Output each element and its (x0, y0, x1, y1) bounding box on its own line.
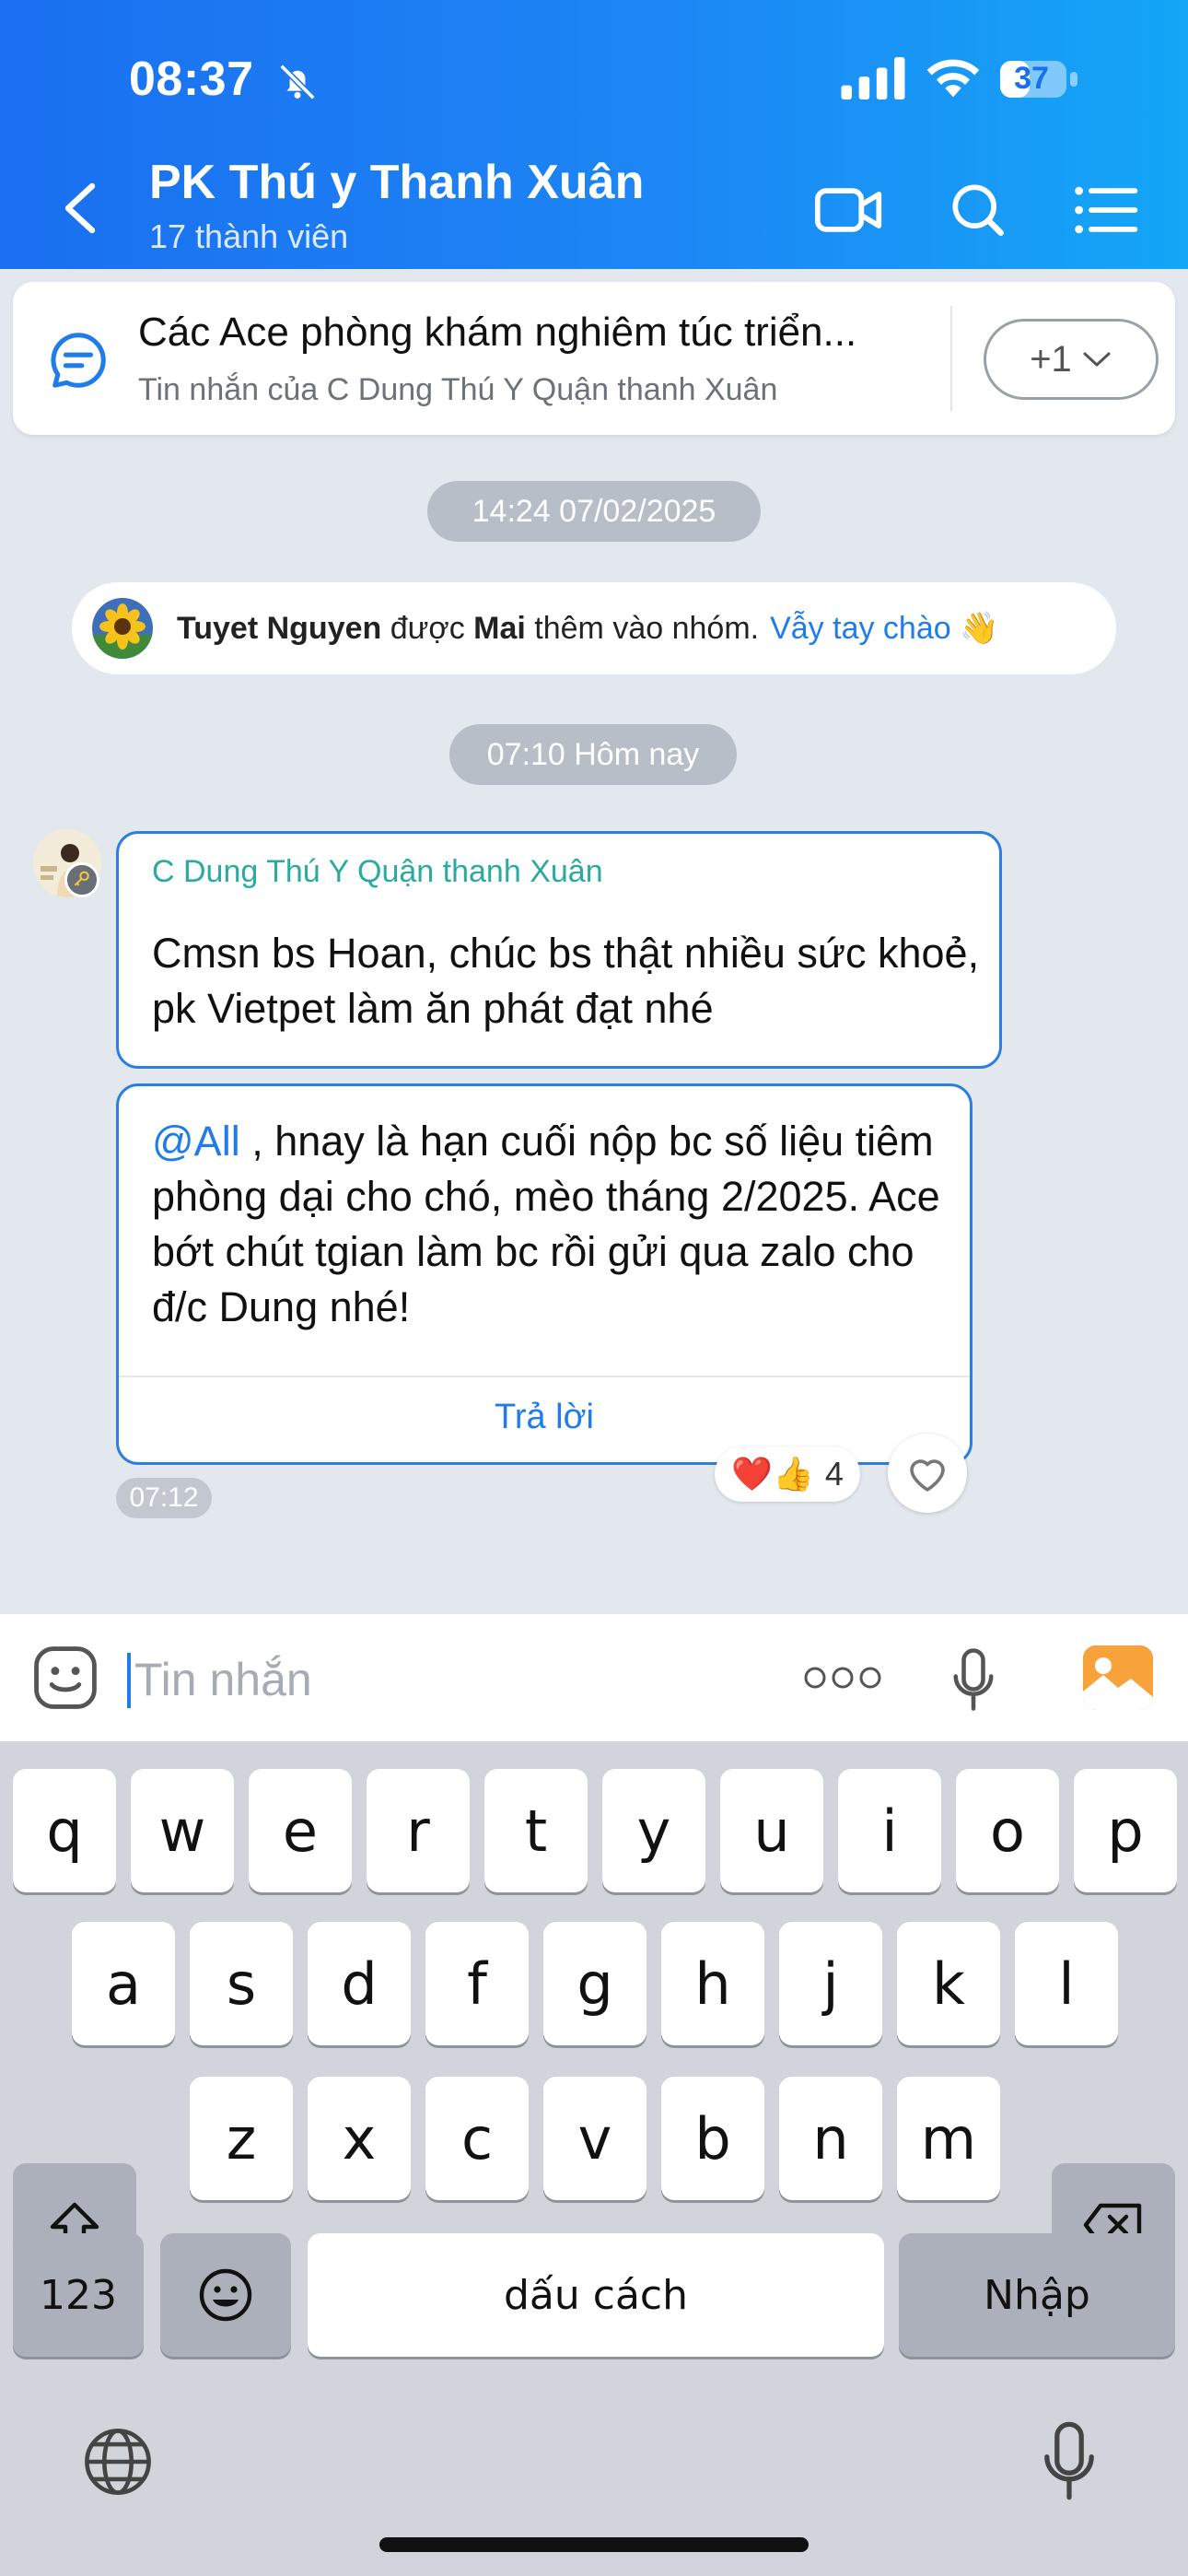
notice-name[interactable]: Tuyet Nguyen (177, 611, 381, 647)
reaction-emojis: ❤️👍 (731, 1455, 814, 1493)
chat-title[interactable]: PK Thú y Thanh Xuân (149, 155, 644, 210)
text-cursor (127, 1653, 131, 1708)
pinned-subtitle: Tin nhắn của C Dung Thú Y Quận thanh Xuâ… (138, 372, 778, 407)
key-z[interactable]: z (190, 2077, 293, 2200)
message-text: Cmsn bs Hoan, chúc bs thật nhiều sức kho… (152, 930, 980, 1032)
key-p[interactable]: p (1074, 1769, 1177, 1892)
admin-key-icon (64, 862, 99, 897)
date-chip: 14:24 07/02/2025 (427, 481, 761, 542)
key-l[interactable]: l (1015, 1922, 1118, 2045)
onscreen-keyboard: qwertyuiop asdfghjkl zxcvbnm 123 dấu các… (0, 1741, 1188, 2576)
sticker-emoji-icon[interactable] (31, 1644, 99, 1712)
numbers-key[interactable]: 123 (13, 2233, 144, 2357)
key-e[interactable]: e (249, 1769, 352, 1892)
key-r[interactable]: r (367, 1769, 470, 1892)
message-time: 07:12 (116, 1478, 212, 1518)
key-v[interactable]: v (543, 2077, 646, 2200)
status-time: 08:37 (129, 53, 254, 106)
key-t[interactable]: t (484, 1769, 588, 1892)
reaction-count: 4 (824, 1455, 844, 1493)
message-bubble[interactable]: @All , hnay là hạn cuối nộp bc số liệu t… (116, 1083, 973, 1465)
notice-verb: được (390, 610, 465, 646)
wifi-icon (926, 59, 980, 98)
heart-outline-icon (910, 1459, 945, 1492)
sender-name[interactable]: C Dung Thú Y Quận thanh Xuân (152, 854, 603, 890)
message-bubble[interactable]: C Dung Thú Y Quận thanh Xuân Cmsn bs Hoa… (116, 831, 1002, 1069)
menu-list-icon[interactable] (1072, 181, 1142, 240)
divider (950, 306, 952, 411)
gallery-image-icon[interactable] (1083, 1645, 1153, 1710)
pinned-more-button[interactable]: +1 (984, 319, 1159, 400)
reactions-summary[interactable]: ❤️👍 4 (715, 1446, 860, 1502)
key-q[interactable]: q (13, 1769, 116, 1892)
key-b[interactable]: b (661, 2077, 764, 2200)
emoji-key[interactable] (160, 2233, 291, 2357)
react-heart-button[interactable] (888, 1434, 967, 1513)
battery-level: 37 (1014, 61, 1049, 96)
key-c[interactable]: c (425, 2077, 529, 2200)
key-d[interactable]: d (308, 1922, 411, 2045)
date-chip-today: 07:10 Hôm nay (449, 724, 737, 785)
key-k[interactable]: k (897, 1922, 1000, 2045)
bell-muted-icon (279, 64, 316, 100)
message-body: , hnay là hạn cuối nộp bc số liệu tiêm p… (152, 1118, 940, 1330)
chat-bubble-icon (51, 333, 106, 388)
globe-icon[interactable] (79, 2423, 157, 2500)
key-n[interactable]: n (779, 2077, 882, 2200)
dictation-mic-icon[interactable] (1039, 2419, 1100, 2502)
key-h[interactable]: h (661, 1922, 764, 2045)
system-notice: Tuyet Nguyen được Mai thêm vào nhóm. Vẫy… (72, 582, 1116, 674)
key-u[interactable]: u (720, 1769, 823, 1892)
key-y[interactable]: y (602, 1769, 705, 1892)
key-x[interactable]: x (308, 2077, 411, 2200)
key-s[interactable]: s (190, 1922, 293, 2045)
key-i[interactable]: i (838, 1769, 941, 1892)
chevron-down-icon (1083, 352, 1111, 367)
key-g[interactable]: g (543, 1922, 646, 2045)
key-j[interactable]: j (779, 1922, 882, 2045)
message-input[interactable]: Tin nhắn (134, 1653, 312, 1706)
wave-hello-link[interactable]: Vẫy tay chào 👋 (770, 610, 998, 647)
return-key[interactable]: Nhập (899, 2233, 1175, 2357)
reply-button[interactable]: Trả lời (119, 1398, 970, 1437)
key-f[interactable]: f (425, 1922, 529, 2045)
mention-all[interactable]: @All (152, 1118, 240, 1165)
more-options-icon[interactable] (801, 1664, 884, 1692)
home-indicator (379, 2537, 809, 2552)
notice-action: thêm vào nhóm. (534, 610, 760, 646)
chat-header: 08:37 37 PK Thú y Thanh Xuân 17 thành vi… (0, 0, 1188, 269)
sunflower-avatar (92, 598, 153, 659)
voice-message-icon[interactable] (949, 1647, 998, 1712)
emoji-face-icon (199, 2268, 252, 2322)
notice-actor[interactable]: Mai (473, 611, 526, 647)
pinned-title: Các Ace phòng khám nghiêm túc triển... (138, 310, 857, 355)
pinned-message-banner[interactable]: Các Ace phòng khám nghiêm túc triển... T… (13, 282, 1175, 435)
key-a[interactable]: a (72, 1922, 175, 2045)
divider (119, 1376, 970, 1377)
back-chevron-icon[interactable] (59, 181, 99, 236)
space-key[interactable]: dấu cách (308, 2233, 884, 2357)
member-count[interactable]: 17 thành viên (149, 217, 348, 256)
key-o[interactable]: o (956, 1769, 1059, 1892)
search-icon[interactable] (943, 181, 1013, 240)
pinned-more-label: +1 (1030, 338, 1072, 380)
cellular-signal-icon (841, 57, 905, 100)
message-text: @All , hnay là hạn cuối nộp bc số liệu t… (152, 1114, 962, 1335)
message-input-bar: Tin nhắn (0, 1614, 1188, 1741)
key-w[interactable]: w (131, 1769, 234, 1892)
key-m[interactable]: m (897, 2077, 1000, 2200)
video-call-icon[interactable] (814, 181, 884, 240)
